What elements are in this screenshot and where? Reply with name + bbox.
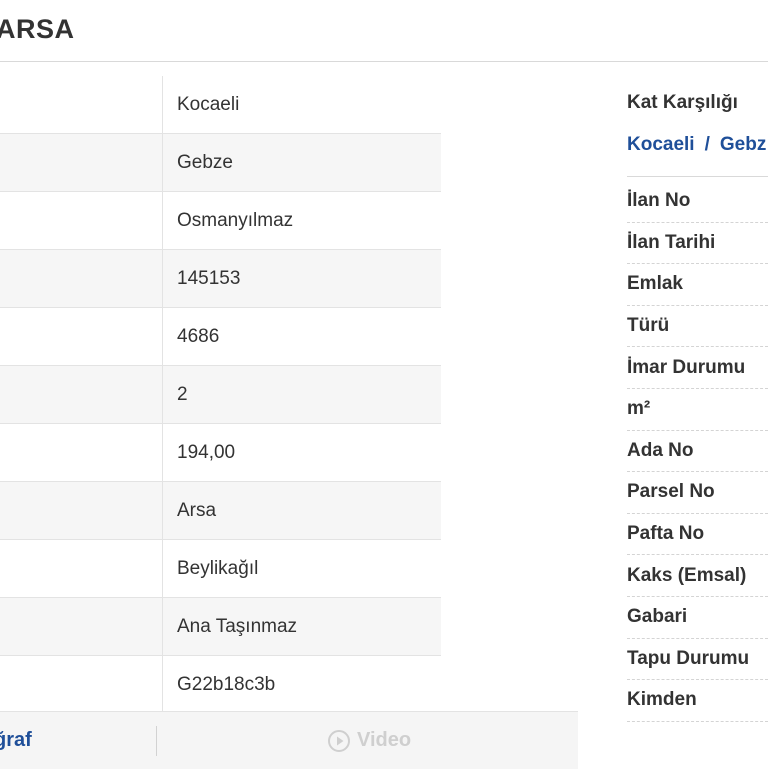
row-value: 2 [177,383,188,405]
row-value: Ana Taşınmaz [177,615,298,637]
info-label-pafta-no: Pafta No [627,514,768,556]
row-label-cell [0,250,162,307]
table-row: Arsa [0,482,441,540]
table-row: 145153 [0,250,441,308]
info-label-tapu-durumu: Tapu Durumu [627,639,768,681]
table-row: G22b18c3b [0,656,441,714]
row-label-cell [0,482,162,539]
info-label-kaks: Kaks (Emsal) [627,555,768,597]
row-label-cell [0,76,162,133]
row-value: 4686 [177,325,220,347]
row-value: Osmanyılmaz [177,209,294,231]
breadcrumb-separator: / [704,134,710,155]
info-divider [627,176,768,177]
breadcrumb-link-city[interactable]: Kocaeli [627,134,695,155]
info-label-ilan-no: İlan No [627,181,768,223]
media-tabs: ğraf Video [0,711,578,769]
row-value: G22b18c3b [177,673,276,695]
row-value: Gebze [177,151,233,173]
info-label-ada-no: Ada No [627,431,768,473]
info-label-ilan-tarihi: İlan Tarihi [627,223,768,265]
breadcrumb-link-district[interactable]: Gebz [720,134,766,155]
row-label-cell [0,656,162,713]
info-label-parsel-no: Parsel No [627,472,768,514]
row-value: Kocaeli [177,93,240,115]
info-list: İlan No İlan Tarihi Emlak Türü İmar Duru… [627,181,768,722]
table-row: Gebze [0,134,441,192]
row-value: 194,00 [177,441,236,463]
row-label-cell [0,308,162,365]
table-row: Beylikağıl [0,540,441,598]
row-label-cell [0,598,162,655]
table-row: Kocaeli [0,76,441,134]
row-label-cell [0,134,162,191]
tab-video[interactable]: Video [327,712,411,769]
info-label-m2: m² [627,389,768,431]
cell-divider [162,308,163,365]
info-label-turu: Türü [627,306,768,348]
cell-divider [162,134,163,191]
info-label-kimden: Kimden [627,680,768,722]
row-label-cell [0,424,162,481]
tab-divider [156,726,157,756]
tab-photos[interactable]: ğraf [0,712,32,769]
cell-divider [162,482,163,539]
row-label-cell [0,192,162,249]
cell-divider [162,250,163,307]
info-label-imar-durumu: İmar Durumu [627,347,768,389]
summary-panel: Kat Karşılığı Kocaeli / Gebz İlan No İlan … [627,0,768,768]
row-value: Beylikağıl [177,557,259,579]
cell-divider [162,598,163,655]
row-value: Arsa [177,499,217,521]
cell-divider [162,366,163,423]
cell-divider [162,192,163,249]
details-table: Kocaeli Gebze Osmanyılmaz 145153 4686 2 … [0,76,441,714]
play-circle-icon [328,729,350,752]
page-title: ARSA [0,14,75,44]
table-row: 194,00 [0,424,441,482]
tab-video-label: Video [357,729,412,751]
table-row: Ana Taşınmaz [0,598,441,656]
breadcrumb: Kocaeli / Gebz [627,134,766,156]
table-row: Osmanyılmaz [0,192,441,250]
row-label-cell [0,540,162,597]
price-label: Kat Karşılığı [627,92,738,113]
row-value: 145153 [177,267,241,289]
table-row: 4686 [0,308,441,366]
table-row: 2 [0,366,441,424]
cell-divider [162,540,163,597]
cell-divider [162,76,163,133]
cell-divider [162,424,163,481]
cell-divider [162,656,163,713]
info-label-emlak: Emlak [627,264,768,306]
info-label-gabari: Gabari [627,597,768,639]
row-label-cell [0,366,162,423]
